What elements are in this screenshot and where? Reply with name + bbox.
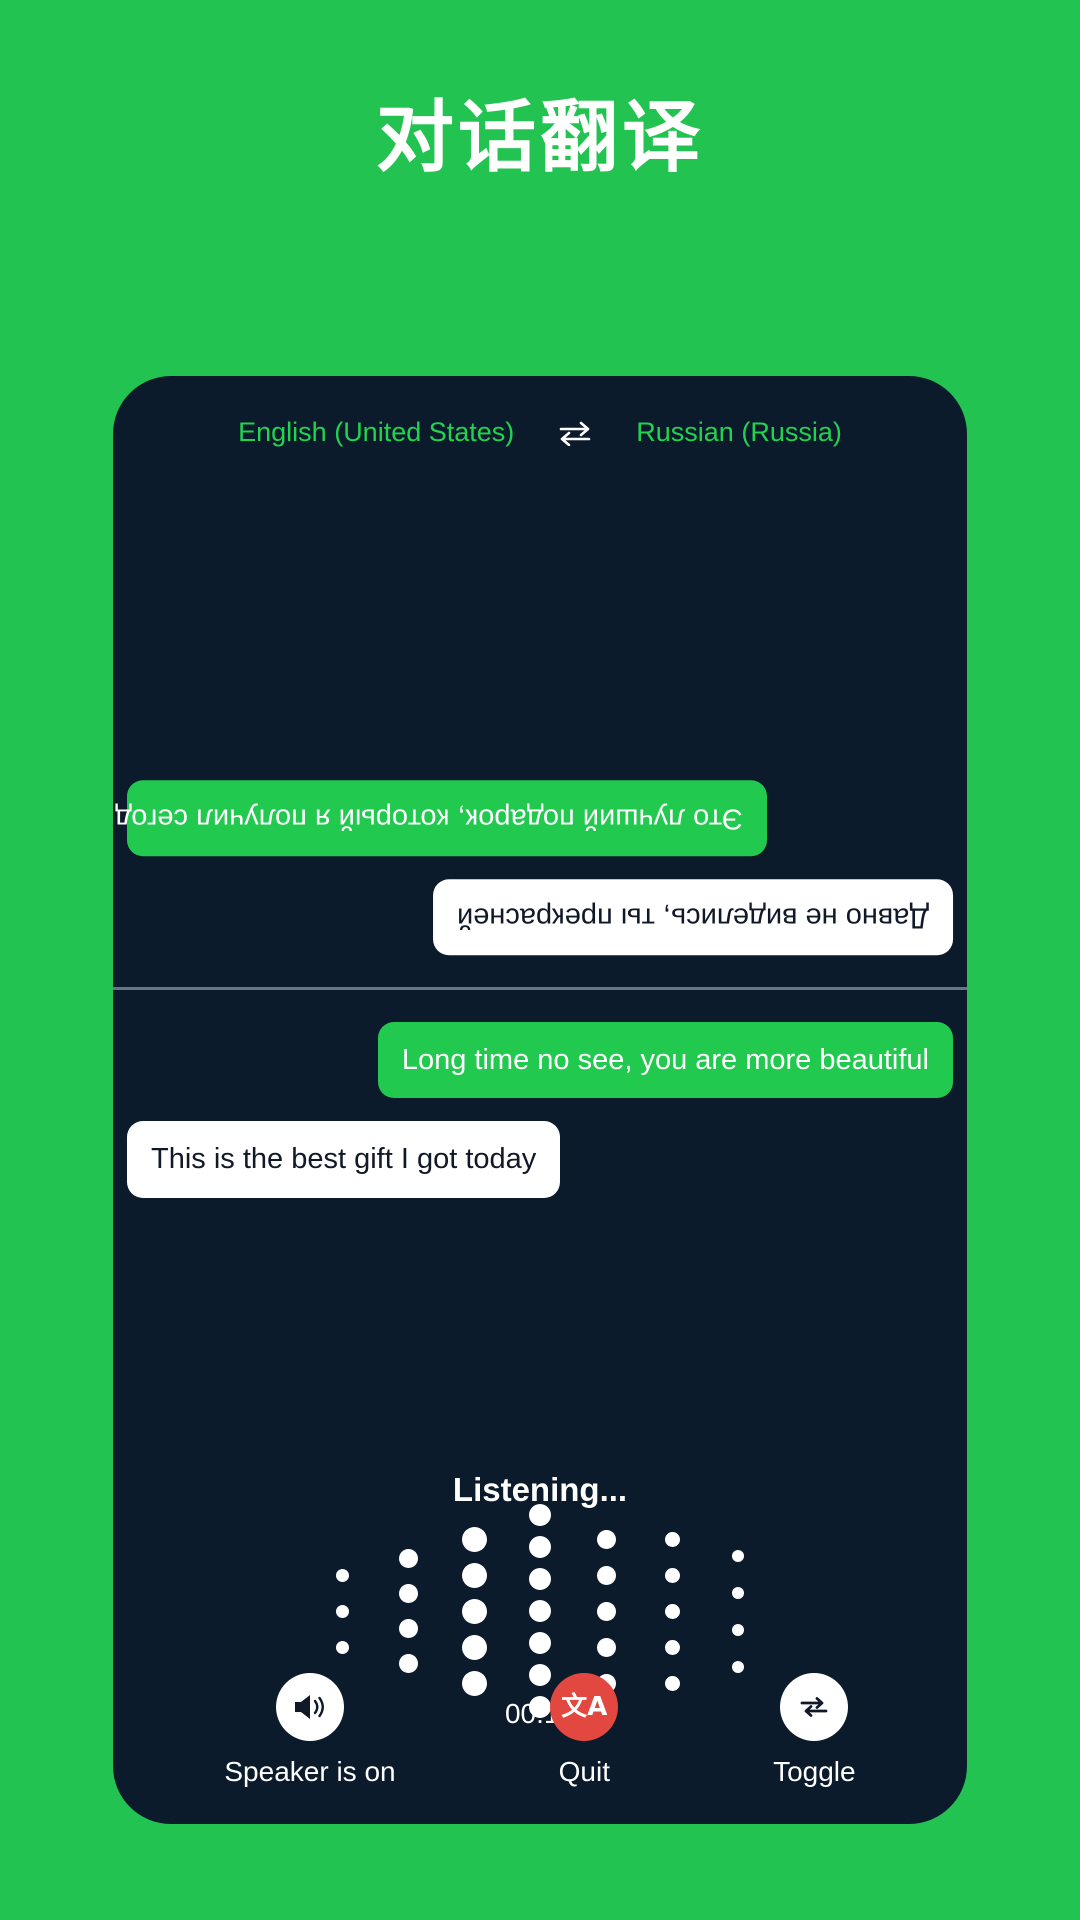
control-bar: Speaker is on 文A Quit Toggle: [113, 1673, 967, 1788]
waveform-dot: [398, 1654, 418, 1673]
message-bubble[interactable]: Long time no see, you are more beautiful: [377, 1022, 953, 1099]
toggle-button[interactable]: Toggle: [773, 1673, 856, 1788]
waveform-dot: [461, 1562, 487, 1588]
message-row: Давно не виделись, ты прекрасней: [127, 878, 953, 955]
message-bubble[interactable]: This is the best gift I got today: [127, 1121, 561, 1198]
waveform-dot: [664, 1639, 680, 1655]
message-row: Long time no see, you are more beautiful: [127, 1022, 953, 1099]
waveform-dot: [596, 1529, 616, 1549]
target-language-selector[interactable]: Russian (Russia): [636, 417, 842, 448]
waveform-dot: [732, 1623, 744, 1636]
waveform-dot: [529, 1536, 551, 1558]
conversation-panel-bottom: Long time no see, you are more beautiful…: [113, 996, 967, 1286]
waveform-column: [441, 1526, 507, 1696]
waveform-dot: [664, 1567, 680, 1583]
message-bubble[interactable]: Давно не виделись, ты прекрасней: [432, 878, 953, 955]
waveform-dot: [335, 1604, 349, 1618]
translate-glyph: 文A: [561, 1692, 608, 1722]
waveform-dot: [398, 1584, 418, 1603]
app-screen: 对话翻译 English (United States) Russian (Ru…: [0, 0, 1080, 1920]
waveform-dot: [732, 1660, 744, 1673]
waveform-column: [573, 1529, 639, 1693]
waveform-column: [309, 1568, 375, 1654]
speaker-on-icon: [275, 1673, 344, 1741]
translation-card: English (United States) Russian (Russia)…: [113, 376, 967, 1824]
waveform-dot: [529, 1600, 551, 1622]
waveform-column: [375, 1549, 441, 1673]
waveform-column: [705, 1549, 771, 1673]
waveform-column: [639, 1531, 705, 1691]
quit-button-label: Quit: [558, 1756, 611, 1787]
translate-icon: 文A: [550, 1673, 619, 1741]
waveform-dot: [461, 1598, 487, 1624]
waveform-dot: [732, 1586, 744, 1599]
conversation-panel-top: Это лучший подарок, который я получил се…: [113, 476, 967, 986]
waveform-dot: [529, 1632, 551, 1654]
waveform-dot: [596, 1637, 616, 1657]
waveform-dot: [398, 1619, 418, 1638]
waveform-dot: [596, 1601, 616, 1621]
waveform-dot: [596, 1565, 616, 1585]
speaker-button[interactable]: Speaker is on: [224, 1673, 396, 1788]
waveform-dot: [461, 1634, 487, 1660]
waveform-dot: [664, 1603, 680, 1619]
source-language-selector[interactable]: English (United States): [238, 417, 514, 448]
waveform-dot: [529, 1568, 551, 1590]
waveform-dot: [529, 1504, 551, 1526]
waveform-dot: [461, 1526, 487, 1552]
waveform-dot: [732, 1549, 744, 1562]
message-bubble[interactable]: Это лучший подарок, который я получил се…: [113, 779, 767, 856]
panel-divider: [113, 987, 967, 990]
toggle-swap-icon: [780, 1673, 849, 1741]
message-row: This is the best gift I got today: [127, 1121, 953, 1198]
waveform-dot: [335, 1640, 349, 1654]
page-title: 对话翻译: [375, 93, 704, 181]
swap-horizontal-icon[interactable]: [558, 420, 592, 446]
waveform-dot: [398, 1549, 418, 1568]
language-bar: English (United States) Russian (Russia): [113, 417, 967, 448]
toggle-button-label: Toggle: [773, 1756, 856, 1787]
quit-button[interactable]: 文A Quit: [550, 1673, 619, 1788]
message-row: Это лучший подарок, который я получил се…: [113, 779, 953, 856]
waveform-dot: [335, 1568, 349, 1582]
waveform-dot: [664, 1531, 680, 1547]
speaker-button-label: Speaker is on: [224, 1756, 396, 1787]
